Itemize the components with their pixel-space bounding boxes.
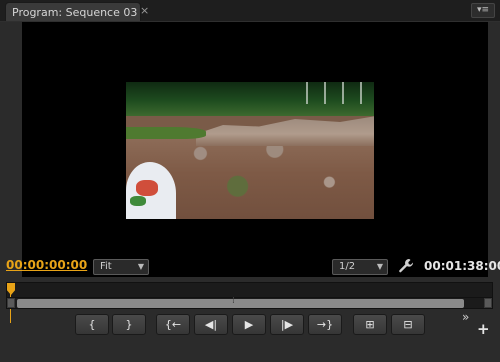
go-to-in-button[interactable]: {← [156,314,190,335]
step-forward-button[interactable]: |▶ [270,314,304,335]
mark-in-button[interactable]: { [75,314,109,335]
playback-resolution-select[interactable]: 1/2 ▼ [332,259,388,275]
zoom-handle-right[interactable] [484,298,492,308]
program-monitor-panel [0,22,500,362]
tab-label: Program: Sequence 03 [12,6,138,19]
mark-out-icon: } [125,318,133,331]
chevron-down-icon: ▼ [376,262,383,271]
panel-menu-button[interactable]: ▾≡ [471,3,495,18]
lift-button[interactable]: ⊞ [353,314,387,335]
video-frame [126,82,374,219]
step-forward-icon: |▶ [280,318,294,331]
grass-patch [126,127,206,139]
extract-button[interactable]: ⊟ [391,314,425,335]
resolution-value: 1/2 [339,261,356,272]
wrench-icon[interactable] [398,258,414,274]
more-buttons-icon[interactable]: » [462,310,469,324]
zoom-level-value: Fit [100,261,112,272]
chevron-down-icon: ▼ [137,262,144,271]
zoom-handle-left[interactable] [7,298,15,308]
go-to-in-icon: {← [164,318,182,331]
button-editor-plus-icon[interactable]: + [477,320,490,338]
go-to-out-icon: →} [316,318,334,331]
play-icon: ▶ [244,318,254,331]
close-tab-icon[interactable]: × [140,4,149,17]
step-back-button[interactable]: ◀| [194,314,228,335]
panel-tab-bar: Program: Sequence 03 × ▾≡ [0,0,500,22]
helmet [126,162,176,219]
birch-trunks [296,82,366,104]
current-timecode[interactable]: 00:00:00:00 [6,258,87,280]
mark-in-icon: { [88,318,96,331]
zoom-scroll-thumb[interactable] [17,296,464,308]
zoom-scroll-bar[interactable] [6,296,493,309]
rock-pile [196,116,374,146]
tab-program-monitor[interactable]: Program: Sequence 03 [5,2,141,21]
duration-timecode: 00:01:38:00 [424,259,500,273]
play-button[interactable]: ▶ [232,314,266,335]
mark-out-button[interactable]: } [112,314,146,335]
step-back-icon: ◀| [204,318,218,331]
extract-icon: ⊟ [403,318,413,331]
video-viewer[interactable] [22,22,488,277]
go-to-out-button[interactable]: →} [308,314,342,335]
lift-icon: ⊞ [365,318,375,331]
playhead-icon[interactable] [7,283,15,295]
zoom-level-select[interactable]: Fit ▼ [93,259,149,275]
time-ruler[interactable] [6,282,493,323]
